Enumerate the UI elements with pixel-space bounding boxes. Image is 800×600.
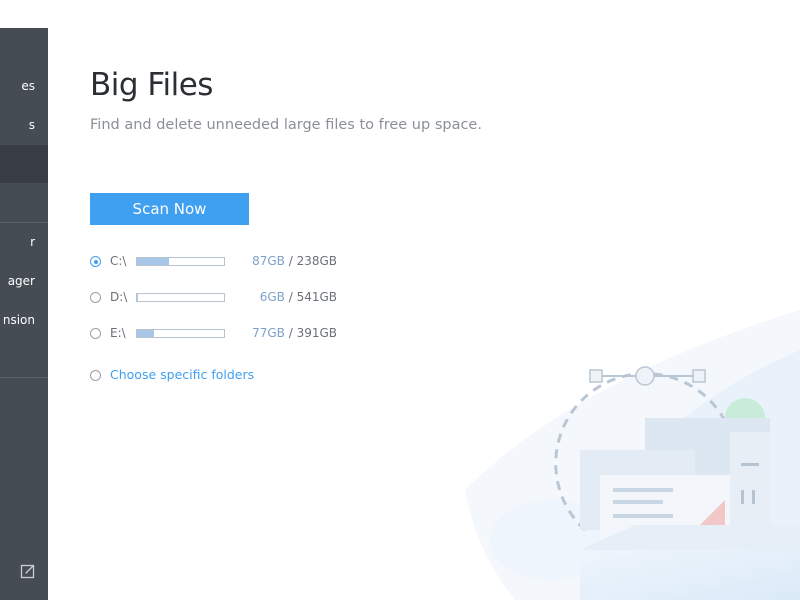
page-subtitle: Find and delete unneeded large files to … (90, 117, 482, 133)
drive-total: 541GB (296, 290, 337, 304)
scan-now-button[interactable]: Scan Now (90, 193, 249, 225)
drive-usage-bar (136, 329, 225, 338)
drive-row-c[interactable]: C:\ 87GB / 238GB (90, 253, 350, 271)
drive-used: 6GB (259, 290, 285, 304)
sidebar-item-1[interactable]: es (0, 67, 48, 105)
drive-used: 77GB (252, 326, 285, 340)
drive-total: 391GB (296, 326, 337, 340)
big-files-illustration (465, 310, 800, 600)
sidebar-item-label: nsion (2, 313, 35, 327)
sidebar-item-label: es (21, 79, 35, 93)
sidebar-item-label: r (30, 235, 35, 249)
drive-label: C:\ (110, 254, 127, 268)
sidebar-item-6[interactable]: nsion (0, 301, 48, 339)
sidebar-item-big-files[interactable] (0, 145, 48, 183)
choose-folders-link[interactable]: Choose specific folders (110, 367, 254, 383)
drive-usage-fill (137, 330, 155, 337)
sidebar-divider (0, 377, 48, 378)
drive-separator: / (284, 254, 297, 268)
drive-radio[interactable] (90, 256, 101, 267)
drive-separator: / (284, 326, 297, 340)
drive-row-e[interactable]: E:\ 77GB / 391GB (90, 325, 350, 343)
drive-total: 238GB (296, 254, 337, 268)
drive-usage-text: 77GB / 391GB (230, 325, 337, 341)
sidebar-item-5[interactable]: ager (0, 262, 48, 300)
sidebar-item-label: ager (7, 274, 35, 288)
choose-folders-row[interactable]: Choose specific folders (90, 367, 290, 385)
drive-row-d[interactable]: D:\ 6GB / 541GB (90, 289, 350, 307)
sidebar-item-label: s (28, 118, 35, 132)
drive-usage-fill (137, 294, 138, 301)
edit-icon[interactable] (20, 563, 36, 579)
drive-radio[interactable] (90, 328, 101, 339)
page-title: Big Files (90, 67, 213, 103)
drive-separator: / (284, 290, 297, 304)
drive-radio[interactable] (90, 292, 101, 303)
drive-usage-bar (136, 293, 225, 302)
drive-usage-bar (136, 257, 225, 266)
title-strip (0, 0, 48, 28)
drive-usage-text: 6GB / 541GB (230, 289, 337, 305)
drive-used: 87GB (252, 254, 285, 268)
drive-label: D:\ (110, 290, 128, 304)
folders-radio[interactable] (90, 370, 101, 381)
sidebar: es s r ager nsion (0, 28, 48, 600)
sidebar-item-4[interactable]: r (0, 223, 48, 261)
drive-usage-fill (137, 258, 170, 265)
drive-label: E:\ (110, 326, 126, 340)
drive-usage-text: 87GB / 238GB (230, 253, 337, 269)
sidebar-item-2[interactable]: s (0, 106, 48, 144)
